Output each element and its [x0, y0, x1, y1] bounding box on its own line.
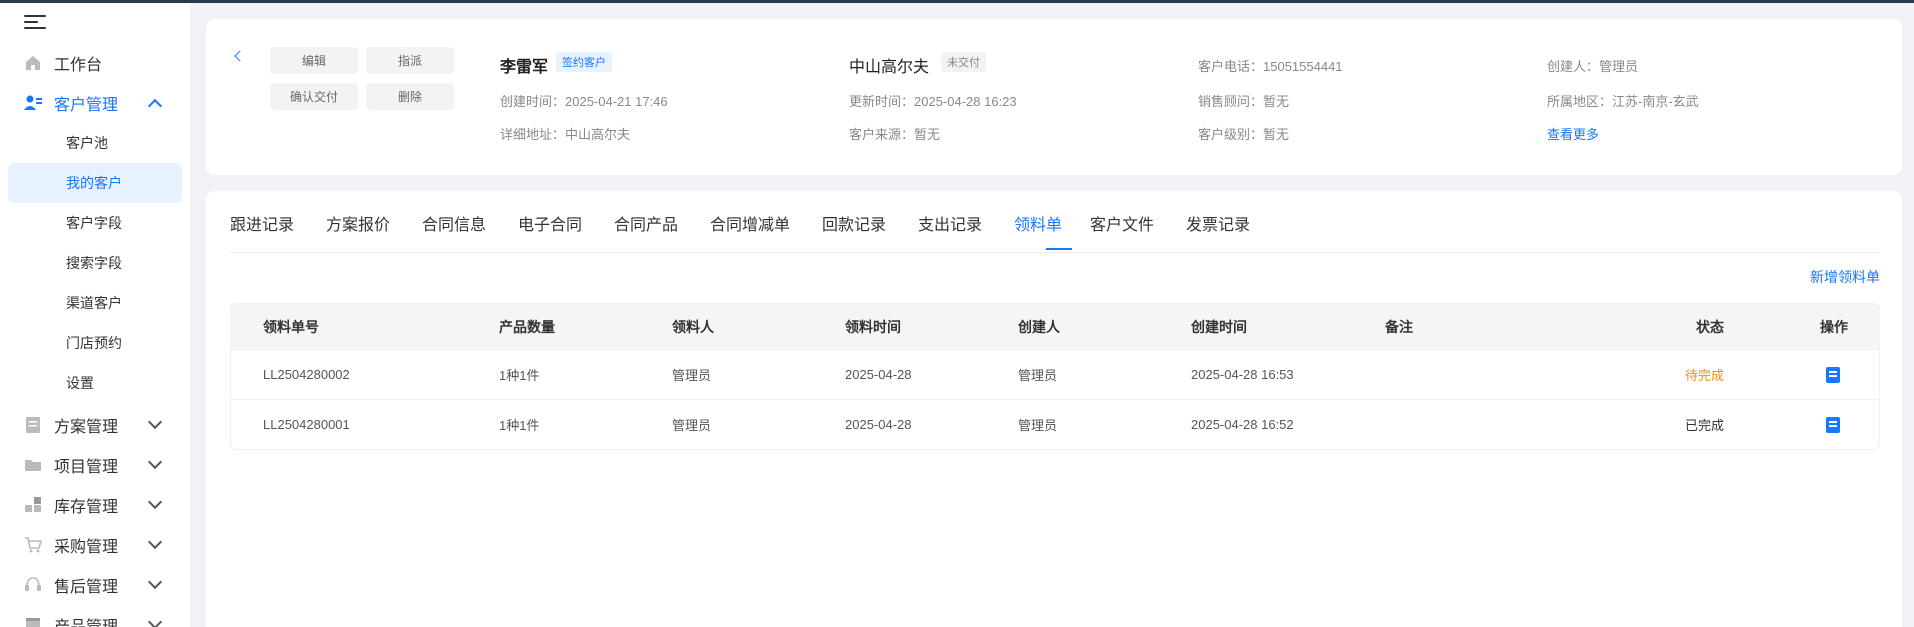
- back-icon[interactable]: [234, 50, 246, 62]
- headset-icon: [24, 576, 42, 594]
- menu-collapse-icon[interactable]: [24, 15, 46, 33]
- region: 所属地区：江苏-南京-玄武: [1547, 94, 1699, 109]
- sidebar-subitem-store-booking[interactable]: 门店预约: [8, 323, 182, 363]
- col-header: 备注: [1385, 318, 1413, 335]
- sidebar-subitem-my-customers[interactable]: 我的客户: [8, 163, 182, 203]
- edit-button[interactable]: 编辑: [270, 47, 358, 74]
- tab-contract-changes[interactable]: 合同增减单: [710, 211, 790, 235]
- created-time: 创建时间：2025-04-21 17:46: [500, 94, 668, 109]
- requisition-table: 领料单号 产品数量 领料人 领料时间 创建人 创建时间 备注 状态 操作 LL2…: [230, 303, 1880, 450]
- sidebar-item-workbench[interactable]: 工作台: [0, 45, 190, 81]
- col-header: 领料人: [672, 318, 714, 335]
- created-time: 2025-04-28 16:53: [1191, 367, 1294, 382]
- updated-time: 更新时间：2025-04-28 16:23: [849, 94, 1017, 109]
- cart-icon: [24, 536, 42, 554]
- tab-e-contract[interactable]: 电子合同: [518, 211, 582, 235]
- table-header: 领料单号 产品数量 领料人 领料时间 创建人 创建时间 备注 状态 操作: [231, 304, 1879, 349]
- sales-consultant: 销售顾问：暂无: [1198, 94, 1290, 109]
- tab-material-requisition[interactable]: 领料单: [1014, 211, 1062, 235]
- chevron-up-icon: [147, 98, 163, 114]
- folder-icon: [24, 456, 42, 474]
- col-header: 创建时间: [1191, 318, 1247, 335]
- table-row[interactable]: LL2504280002 1种1件 管理员 2025-04-28 管理员 202…: [231, 349, 1879, 399]
- chevron-down-icon: [147, 534, 163, 550]
- tab-expenses[interactable]: 支出记录: [918, 211, 982, 235]
- sidebar-item-product-management[interactable]: 产品管理: [0, 607, 190, 627]
- customer-source: 客户来源：暂无: [849, 127, 941, 142]
- sidebar-item-plan-management[interactable]: 方案管理: [0, 407, 190, 443]
- creator: 管理员: [1018, 418, 1058, 433]
- view-more-link[interactable]: 查看更多: [1547, 124, 1599, 143]
- chevron-down-icon: [147, 454, 163, 470]
- sidebar-item-inventory-management[interactable]: 库存管理: [0, 487, 190, 523]
- col-header: 创建人: [1018, 318, 1060, 335]
- sidebar-subitem-search-fields[interactable]: 搜索字段: [8, 243, 182, 283]
- product-qty: 1种1件: [499, 368, 540, 383]
- customer-level: 客户级别：暂无: [1198, 127, 1290, 142]
- document-icon: [24, 416, 42, 434]
- project-name: 中山高尔夫: [849, 59, 930, 76]
- active-tab-indicator: [1046, 248, 1072, 250]
- tab-contract-products[interactable]: 合同产品: [614, 211, 678, 235]
- status-badge: 已完成: [1685, 418, 1725, 433]
- tab-contract-info[interactable]: 合同信息: [422, 211, 486, 235]
- sidebar-item-purchase-management[interactable]: 采购管理: [0, 527, 190, 563]
- table-row[interactable]: LL2504280001 1种1件 管理员 2025-04-28 管理员 202…: [231, 399, 1879, 449]
- product-qty: 1种1件: [499, 418, 540, 433]
- boxes-icon: [24, 496, 42, 514]
- col-header: 操作: [1820, 318, 1848, 335]
- delivery-status-badge: 未交付: [941, 52, 986, 72]
- detail-card: 跟进记录 方案报价 合同信息 电子合同 合同产品 合同增减单 回款记录 支出记录…: [206, 191, 1902, 627]
- pick-date: 2025-04-28: [845, 367, 912, 382]
- pick-date: 2025-04-28: [845, 417, 912, 432]
- chevron-down-icon: [147, 614, 163, 627]
- sidebar-item-project-management[interactable]: 项目管理: [0, 447, 190, 483]
- sidebar-subitem-channel-customers[interactable]: 渠道客户: [8, 283, 182, 323]
- creator: 创建人：管理员: [1547, 59, 1639, 74]
- tab-follow-up[interactable]: 跟进记录: [230, 211, 294, 235]
- view-detail-action[interactable]: [1826, 400, 1840, 449]
- tab-quotation[interactable]: 方案报价: [326, 211, 390, 235]
- requisition-no: LL2504280001: [263, 417, 350, 432]
- col-header: 产品数量: [499, 318, 555, 335]
- confirm-delivery-button[interactable]: 确认交付: [270, 83, 358, 110]
- add-requisition-link[interactable]: 新增领料单: [1810, 267, 1880, 287]
- sidebar-item-customer-management[interactable]: 客户管理: [0, 85, 190, 121]
- col-header: 状态: [1696, 318, 1724, 335]
- tab-bar: 跟进记录 方案报价 合同信息 电子合同 合同产品 合同增减单 回款记录 支出记录…: [230, 191, 1880, 253]
- col-header: 领料时间: [845, 318, 901, 335]
- chevron-down-icon: [147, 494, 163, 510]
- address: 详细地址：中山高尔夫: [500, 127, 631, 142]
- home-icon: [24, 54, 42, 72]
- created-time: 2025-04-28 16:52: [1191, 417, 1294, 432]
- tab-customer-files[interactable]: 客户文件: [1090, 211, 1154, 235]
- top-border: [0, 0, 1914, 3]
- product-icon: [24, 616, 42, 627]
- requisition-no: LL2504280002: [263, 367, 350, 382]
- customer-phone: 客户电话：15051554441: [1198, 59, 1343, 74]
- customer-header-card: 编辑 指派 确认交付 删除 李雷军 签约客户 创建时间：2025-04-21 1…: [206, 19, 1902, 175]
- status-badge: 待完成: [1685, 368, 1725, 383]
- chevron-down-icon: [147, 574, 163, 590]
- sidebar-subitem-customer-pool[interactable]: 客户池: [8, 123, 182, 163]
- creator: 管理员: [1018, 368, 1058, 383]
- tab-payments[interactable]: 回款记录: [822, 211, 886, 235]
- picker: 管理员: [672, 418, 712, 433]
- chevron-down-icon: [147, 414, 163, 430]
- view-document-icon[interactable]: [1826, 416, 1840, 433]
- view-document-icon[interactable]: [1826, 366, 1840, 383]
- customer-status-badge: 签约客户: [556, 52, 612, 72]
- sidebar: 工作台 客户管理 客户池 我的客户 客户字段 搜索字段 渠道客户 门店预约 设置…: [0, 3, 190, 627]
- customer-name: 李雷军: [500, 59, 549, 76]
- view-detail-action[interactable]: [1826, 350, 1840, 399]
- user-group-icon: [24, 94, 42, 112]
- picker: 管理员: [672, 368, 712, 383]
- delete-button[interactable]: 删除: [366, 83, 454, 110]
- sidebar-item-after-sales[interactable]: 售后管理: [0, 567, 190, 603]
- col-header: 领料单号: [263, 318, 319, 335]
- assign-button[interactable]: 指派: [366, 47, 454, 74]
- tab-invoices[interactable]: 发票记录: [1186, 211, 1250, 235]
- sidebar-subitem-customer-fields[interactable]: 客户字段: [8, 203, 182, 243]
- sidebar-subitem-settings[interactable]: 设置: [8, 363, 182, 403]
